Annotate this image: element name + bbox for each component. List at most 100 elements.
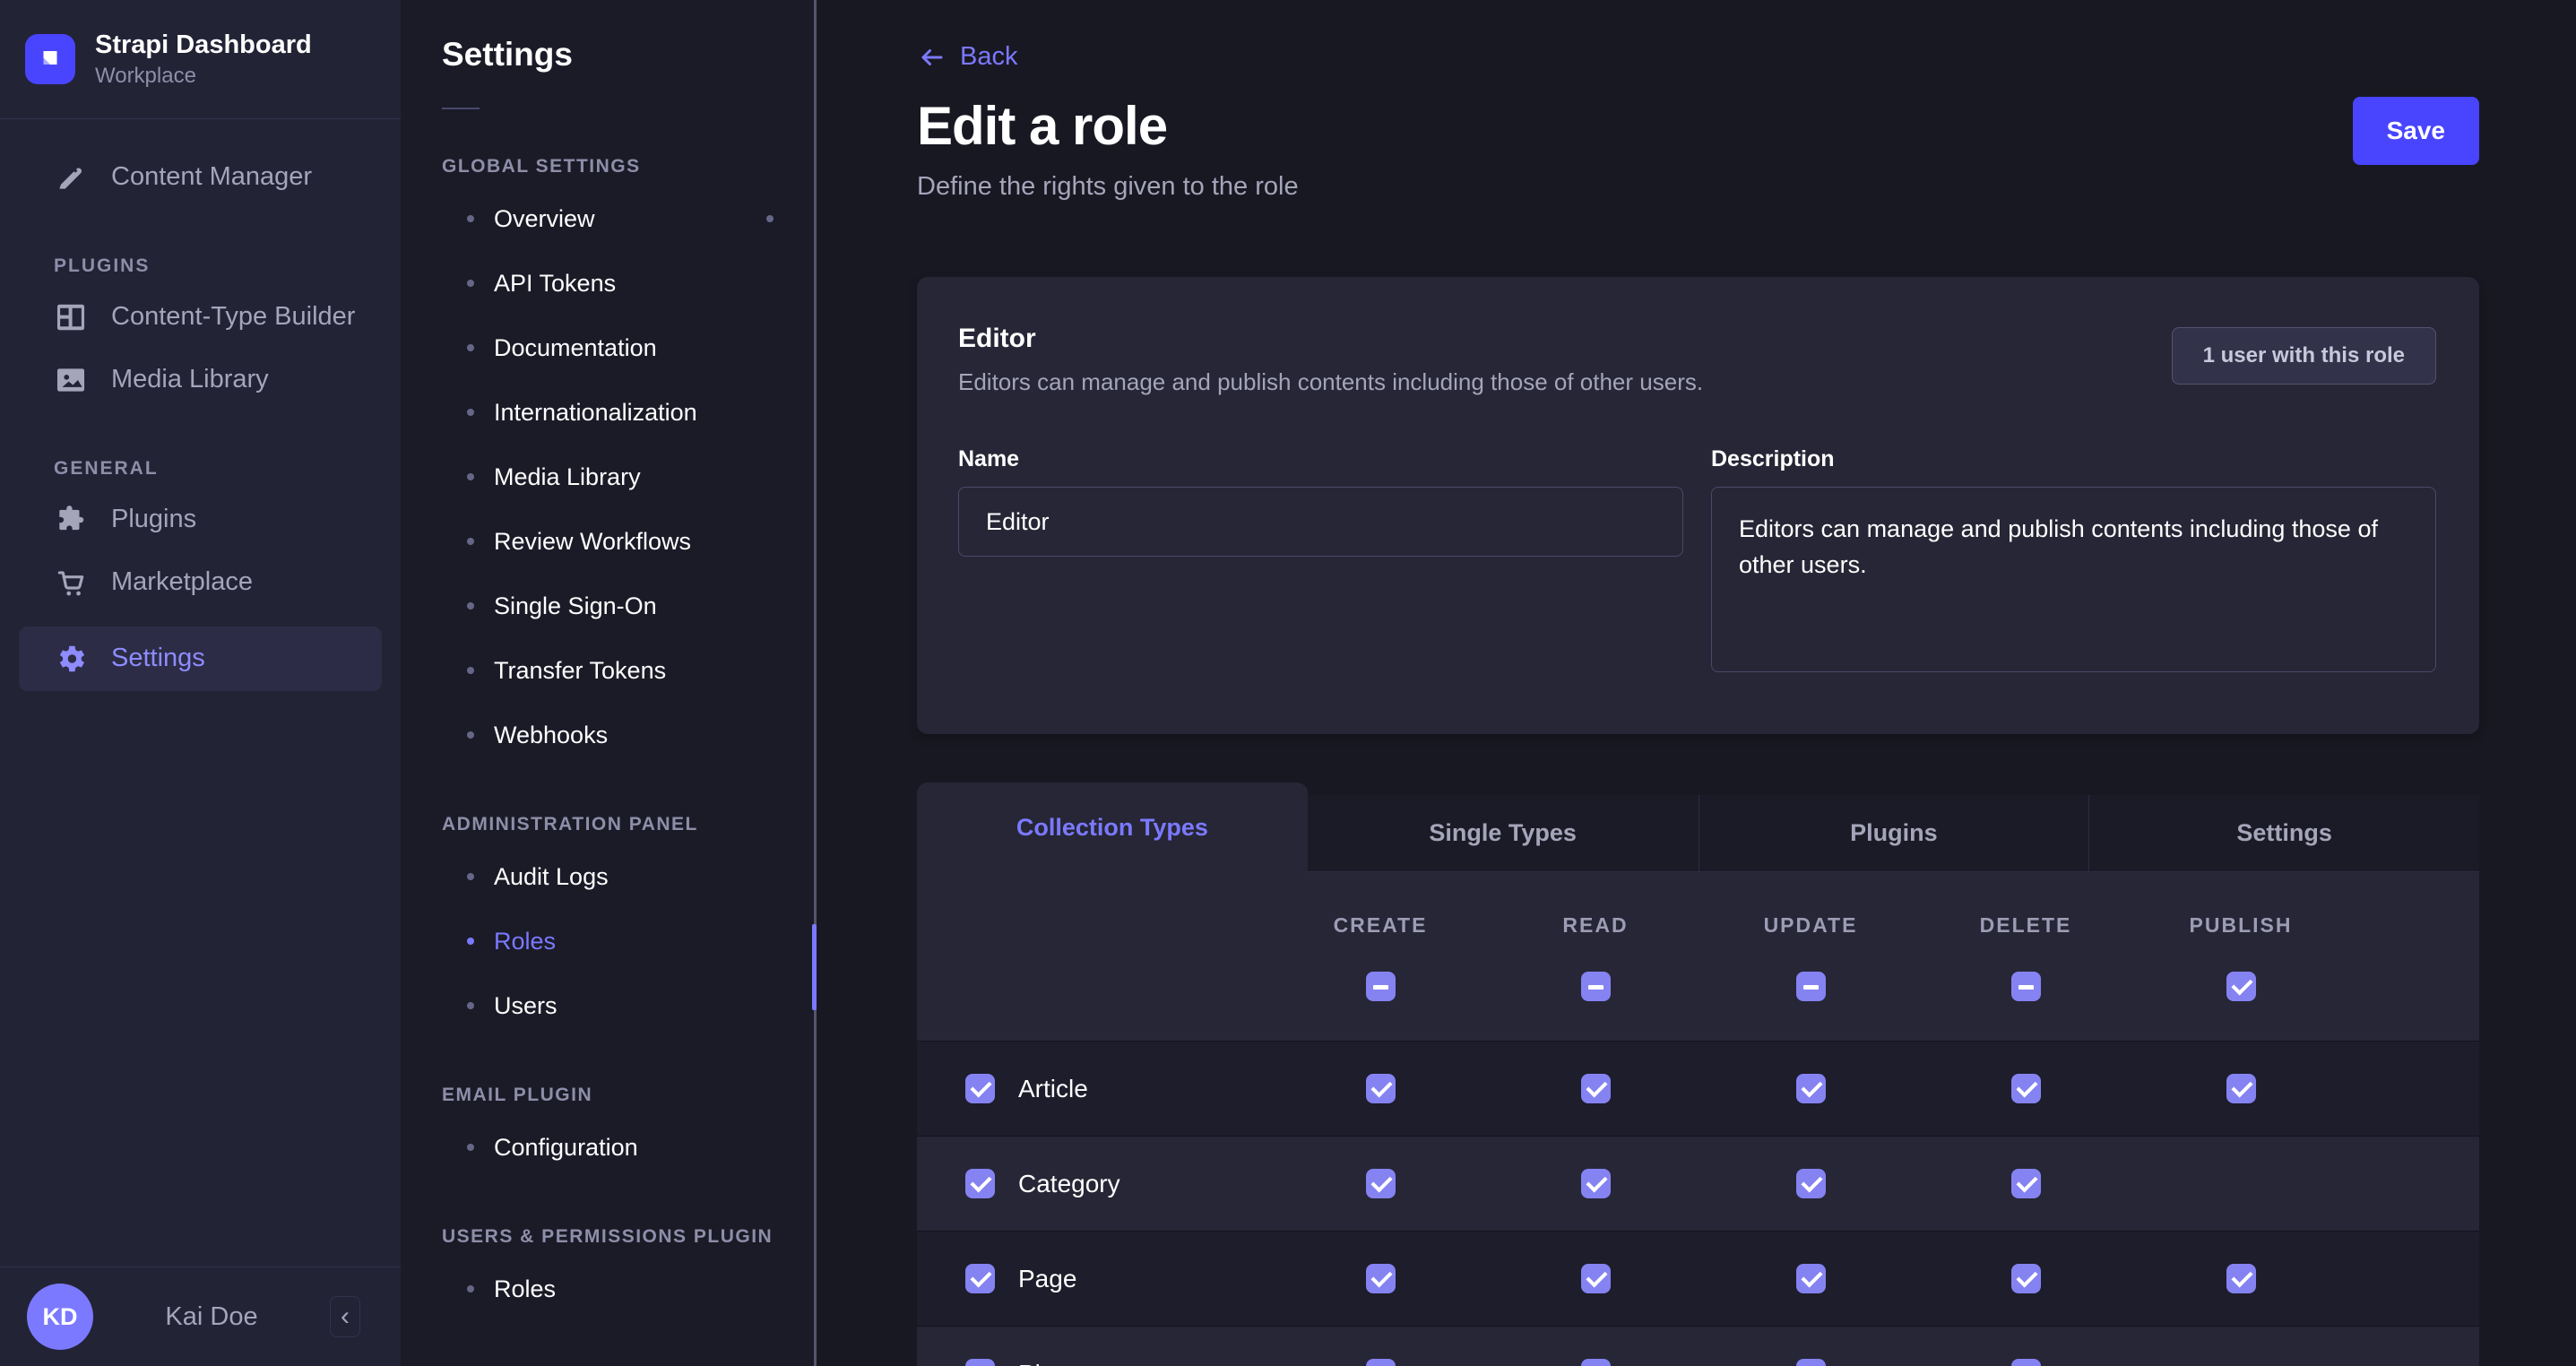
user-profile-strip: KD Kai Doe ‹: [0, 1267, 401, 1366]
page-title: Edit a role: [917, 97, 1299, 156]
subnav-item-configuration[interactable]: Configuration: [442, 1115, 817, 1180]
notification-dot: [766, 215, 774, 222]
row-select-checkbox[interactable]: [965, 1074, 995, 1103]
row-select-checkbox[interactable]: [965, 1359, 995, 1366]
subnav-item-webhooks[interactable]: Webhooks: [442, 703, 817, 767]
subnav-item-roles[interactable]: Roles: [442, 909, 817, 973]
permissions-section: Collection Types Single Types Plugins Se…: [917, 782, 2479, 1366]
sidebar-item-media-library[interactable]: Media Library: [0, 349, 401, 411]
create-checkbox[interactable]: [1366, 1264, 1396, 1293]
table-row-place: Place: [917, 1326, 2479, 1366]
save-button[interactable]: Save: [2353, 97, 2479, 165]
tab-plugins[interactable]: Plugins: [1699, 795, 2089, 872]
publish-checkbox[interactable]: [2226, 1074, 2256, 1103]
subnav-item-api-tokens[interactable]: API Tokens: [442, 251, 817, 316]
column-header-delete: DELETE: [1980, 913, 2072, 938]
settings-subnav: Settings GLOBAL SETTINGS Overview API To…: [401, 0, 817, 1366]
read-checkbox[interactable]: [1581, 1074, 1611, 1103]
sidebar-collapse-button[interactable]: ‹: [330, 1296, 360, 1337]
select-all-delete-checkbox[interactable]: [2011, 972, 2041, 1001]
bullet-icon: [467, 731, 474, 739]
sidebar-item-label: Content-Type Builder: [111, 302, 355, 332]
main-content: Back Edit a role Define the rights given…: [817, 0, 2576, 1366]
role-name-input[interactable]: [958, 487, 1683, 557]
permissions-tabs: Collection Types Single Types Plugins Se…: [917, 782, 2479, 872]
sidebar-section-plugins: PLUGINS: [0, 255, 401, 277]
subnav-item-review-workflows[interactable]: Review Workflows: [442, 509, 817, 574]
users-with-role-button[interactable]: 1 user with this role: [2172, 327, 2436, 385]
workspace-switcher[interactable]: Strapi Dashboard Workplace: [0, 0, 401, 119]
tab-single-types[interactable]: Single Types: [1308, 795, 1699, 872]
arrow-left-icon: [917, 44, 947, 71]
bullet-icon: [467, 1002, 474, 1009]
subnav-item-overview[interactable]: Overview: [442, 186, 817, 251]
sidebar-item-content-type-builder[interactable]: Content-Type Builder: [0, 286, 401, 349]
subnav-item-users[interactable]: Users: [442, 973, 817, 1038]
read-checkbox[interactable]: [1581, 1359, 1611, 1366]
chevron-left-icon: ‹: [341, 1301, 350, 1332]
update-checkbox[interactable]: [1796, 1359, 1826, 1366]
read-checkbox[interactable]: [1581, 1264, 1611, 1293]
row-select-checkbox[interactable]: [965, 1264, 995, 1293]
sidebar-item-content-manager[interactable]: Content Manager: [0, 146, 401, 209]
subnav-item-single-sign-on[interactable]: Single Sign-On: [442, 574, 817, 638]
delete-checkbox[interactable]: [2011, 1169, 2041, 1198]
page-subtitle: Define the rights given to the role: [917, 172, 1299, 202]
create-checkbox[interactable]: [1366, 1169, 1396, 1198]
description-field-label: Description: [1711, 446, 2436, 472]
image-icon: [54, 363, 88, 397]
delete-checkbox[interactable]: [2011, 1359, 2041, 1366]
tab-settings[interactable]: Settings: [2088, 795, 2479, 872]
publish-checkbox[interactable]: [2226, 1264, 2256, 1293]
sidebar-item-settings[interactable]: Settings: [19, 627, 382, 691]
create-checkbox[interactable]: [1366, 1359, 1396, 1366]
subnav-item-internationalization[interactable]: Internationalization: [442, 380, 817, 445]
subnav-section-email-plugin: EMAIL PLUGIN: [442, 1085, 817, 1106]
sidebar-item-marketplace[interactable]: Marketplace: [0, 551, 401, 614]
divider: [442, 108, 480, 109]
sidebar-item-label: Content Manager: [111, 162, 312, 192]
subnav-section-administration-panel: ADMINISTRATION PANEL: [442, 814, 817, 835]
subnav-section-global-settings: GLOBAL SETTINGS: [442, 156, 817, 177]
cart-icon: [54, 566, 88, 600]
subnav-item-documentation[interactable]: Documentation: [442, 316, 817, 380]
bullet-icon: [467, 215, 474, 222]
subnav-item-media-library[interactable]: Media Library: [442, 445, 817, 509]
column-header-create: CREATE: [1334, 913, 1428, 938]
bullet-icon: [467, 873, 474, 880]
subnav-item-up-roles[interactable]: Roles: [442, 1257, 817, 1321]
content-type-label: Article: [1018, 1075, 1088, 1103]
select-all-read-checkbox[interactable]: [1581, 972, 1611, 1001]
subnav-item-audit-logs[interactable]: Audit Logs: [442, 844, 817, 909]
main-sidebar: Strapi Dashboard Workplace Content Manag…: [0, 0, 401, 1366]
subnav-item-transfer-tokens[interactable]: Transfer Tokens: [442, 638, 817, 703]
select-all-create-checkbox[interactable]: [1366, 972, 1396, 1001]
bullet-icon: [467, 602, 474, 610]
delete-checkbox[interactable]: [2011, 1074, 2041, 1103]
pen-icon: [54, 160, 88, 195]
bullet-icon: [467, 667, 474, 674]
role-description-textarea[interactable]: Editors can manage and publish contents …: [1711, 487, 2436, 672]
select-all-publish-checkbox[interactable]: [2226, 972, 2256, 1001]
read-checkbox[interactable]: [1581, 1169, 1611, 1198]
column-header-read: READ: [1562, 913, 1628, 938]
user-name: Kai Doe: [93, 1302, 330, 1332]
delete-checkbox[interactable]: [2011, 1264, 2041, 1293]
strapi-logo-icon: [34, 43, 66, 75]
sidebar-item-plugins[interactable]: Plugins: [0, 488, 401, 551]
tab-collection-types[interactable]: Collection Types: [917, 782, 1308, 872]
update-checkbox[interactable]: [1796, 1074, 1826, 1103]
back-link[interactable]: Back: [917, 42, 2479, 72]
column-header-publish: PUBLISH: [2190, 913, 2293, 938]
bullet-icon: [467, 344, 474, 351]
create-checkbox[interactable]: [1366, 1074, 1396, 1103]
avatar[interactable]: KD: [27, 1284, 93, 1350]
row-select-checkbox[interactable]: [965, 1169, 995, 1198]
select-all-update-checkbox[interactable]: [1796, 972, 1826, 1001]
update-checkbox[interactable]: [1796, 1264, 1826, 1293]
update-checkbox[interactable]: [1796, 1169, 1826, 1198]
content-type-label: Place: [1018, 1360, 1081, 1366]
bullet-icon: [467, 1144, 474, 1151]
bullet-icon: [467, 473, 474, 480]
bullet-icon: [467, 280, 474, 287]
